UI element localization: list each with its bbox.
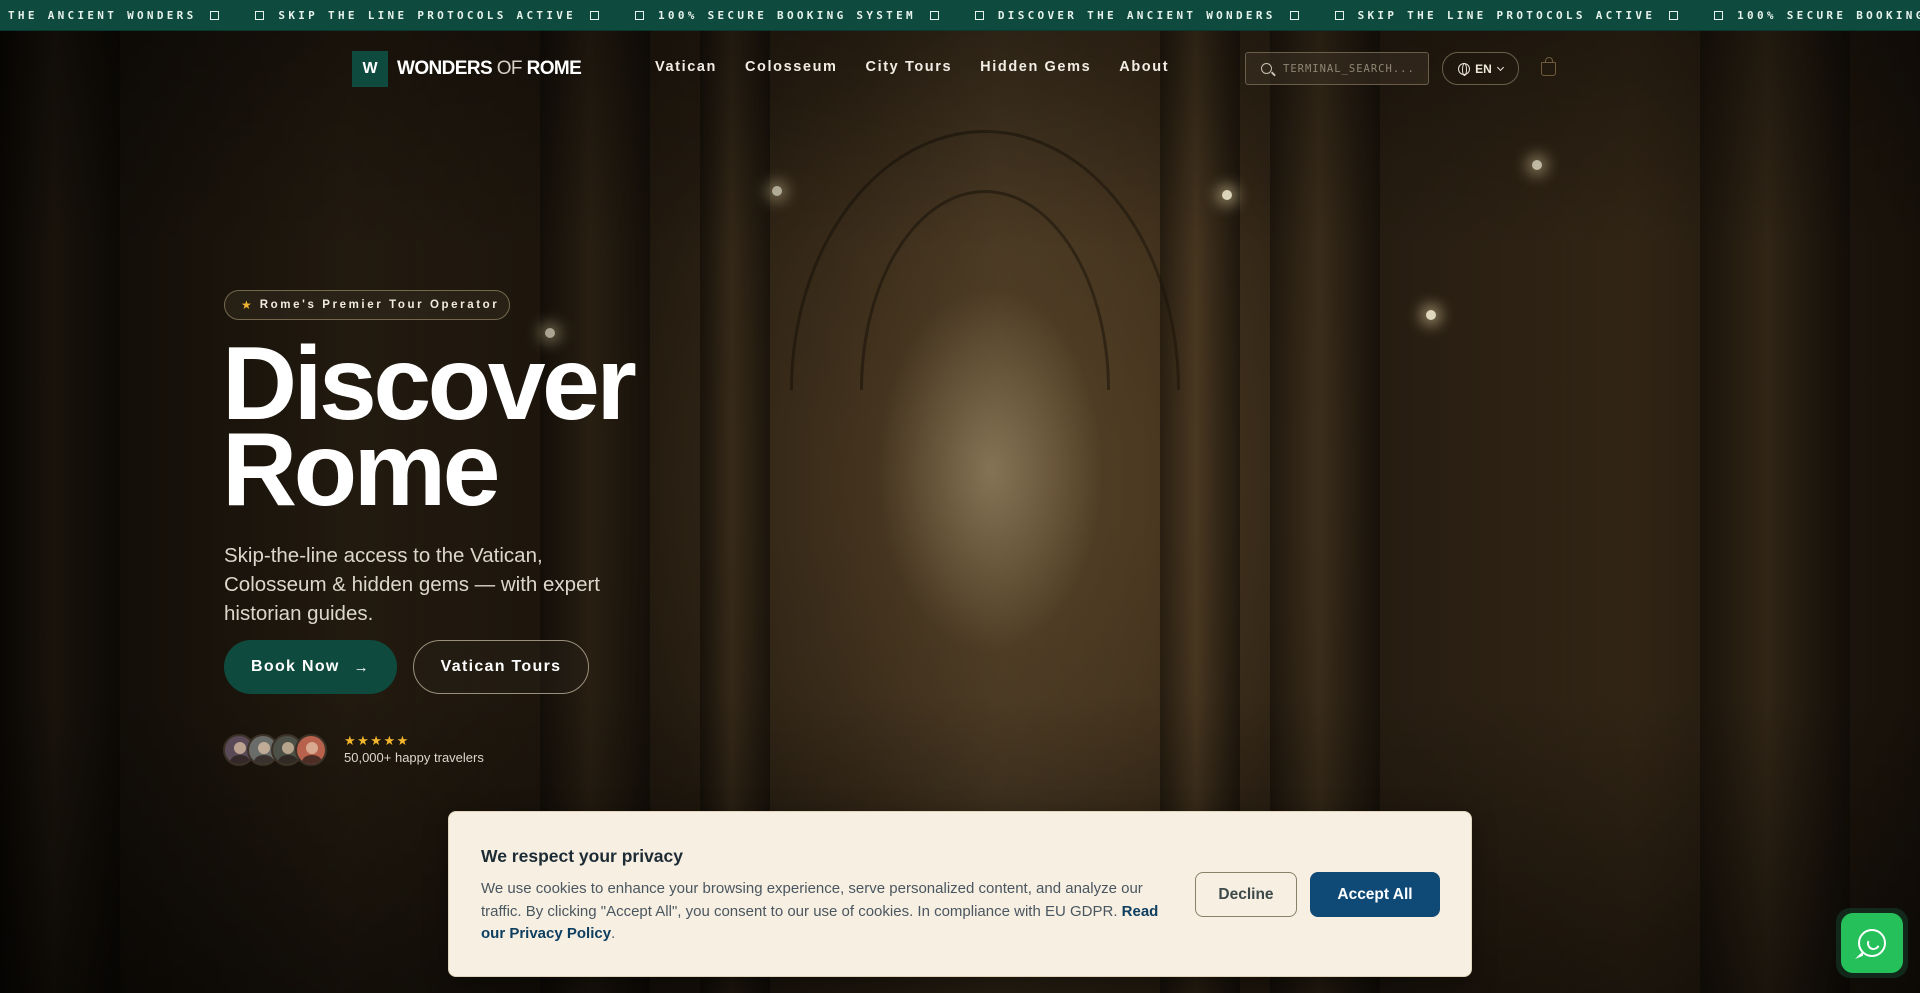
ticker-item: 100% SECURE BOOKING SYSTEM bbox=[631, 9, 971, 22]
whatsapp-button-inner[interactable] bbox=[1841, 913, 1903, 973]
ticker-separator-icon bbox=[1289, 11, 1299, 20]
cookie-consent-banner: We respect your privacy We use cookies t… bbox=[448, 811, 1472, 977]
nav-link-hidden-gems[interactable]: Hidden Gems bbox=[980, 59, 1091, 75]
rating-summary: ★★★★★ 50,000+ happy travelers bbox=[344, 733, 484, 765]
avatar bbox=[295, 734, 327, 766]
ticker-separator-icon bbox=[1669, 11, 1679, 20]
vatican-tours-button[interactable]: Vatican Tours bbox=[413, 640, 589, 694]
announcement-ticker: THE ANCIENT WONDERS SKIP THE LINE PROTOC… bbox=[0, 0, 1920, 31]
ticker-item: SKIP THE LINE PROTOCOLS ACTIVE bbox=[251, 9, 631, 22]
hero-badge-label: Rome's Premier Tour Operator bbox=[259, 299, 500, 311]
rating-text: 50,000+ happy travelers bbox=[344, 750, 484, 765]
logo-text: WONDERS OF ROME bbox=[397, 58, 582, 79]
ticker-item: 100% SECURE BOOKING SYSTEM bbox=[1710, 9, 1920, 22]
ticker-separator-icon bbox=[255, 11, 265, 20]
search-input[interactable] bbox=[1283, 62, 1423, 75]
language-label: EN bbox=[1475, 61, 1492, 76]
cookie-body: We use cookies to enhance your browsing … bbox=[481, 880, 1159, 942]
ticker-separator-icon bbox=[1334, 11, 1344, 20]
ticker-separator-icon bbox=[210, 11, 220, 20]
hero-title: Discover Rome bbox=[222, 332, 742, 522]
logo-mark: W bbox=[352, 51, 388, 87]
site-header: W WONDERS OF ROME Vatican Colosseum City… bbox=[0, 31, 1920, 106]
star-icon: ★ bbox=[241, 298, 252, 312]
rating-stars: ★★★★★ bbox=[344, 733, 410, 748]
decline-button[interactable]: Decline bbox=[1195, 872, 1297, 917]
ticker-separator-icon bbox=[590, 11, 600, 20]
ticker-item: DISCOVER THE ANCIENT WONDERS bbox=[971, 9, 1331, 22]
nav-link-vatican[interactable]: Vatican bbox=[655, 59, 717, 75]
chevron-down-icon bbox=[1496, 63, 1504, 71]
search-box[interactable] bbox=[1245, 52, 1429, 85]
shopping-bag-icon[interactable] bbox=[1541, 57, 1556, 76]
hero-subtitle: Skip-the-line access to the Vatican, Col… bbox=[224, 544, 601, 625]
traveler-avatars bbox=[223, 734, 327, 766]
globe-icon bbox=[1458, 62, 1471, 76]
hero-title-line-2: Rome bbox=[222, 412, 500, 528]
ticker-item: SKIP THE LINE PROTOCOLS ACTIVE bbox=[1331, 9, 1711, 22]
cookie-title: We respect your privacy bbox=[481, 846, 683, 866]
whatsapp-button[interactable] bbox=[1836, 908, 1908, 978]
book-now-button[interactable]: Book Now → bbox=[224, 640, 397, 694]
whatsapp-icon bbox=[1858, 929, 1886, 957]
hero-badge: ★ Rome's Premier Tour Operator bbox=[224, 290, 510, 320]
ticker-item: THE ANCIENT WONDERS bbox=[8, 9, 251, 22]
ticker-separator-icon bbox=[929, 11, 939, 20]
nav-link-about[interactable]: About bbox=[1119, 59, 1169, 75]
language-selector[interactable]: EN bbox=[1442, 52, 1519, 85]
site-logo[interactable]: W WONDERS OF ROME bbox=[352, 51, 582, 87]
nav-link-colosseum[interactable]: Colosseum bbox=[745, 59, 838, 75]
arrow-right-icon: → bbox=[353, 658, 370, 676]
accept-all-button[interactable]: Accept All bbox=[1310, 872, 1440, 917]
main-nav: Vatican Colosseum City Tours Hidden Gems… bbox=[655, 59, 1197, 75]
ticker-separator-icon bbox=[974, 11, 984, 20]
ticker-separator-icon bbox=[1714, 11, 1724, 20]
ticker-separator-icon bbox=[635, 11, 645, 20]
search-icon bbox=[1261, 63, 1272, 74]
nav-link-city-tours[interactable]: City Tours bbox=[866, 59, 953, 75]
